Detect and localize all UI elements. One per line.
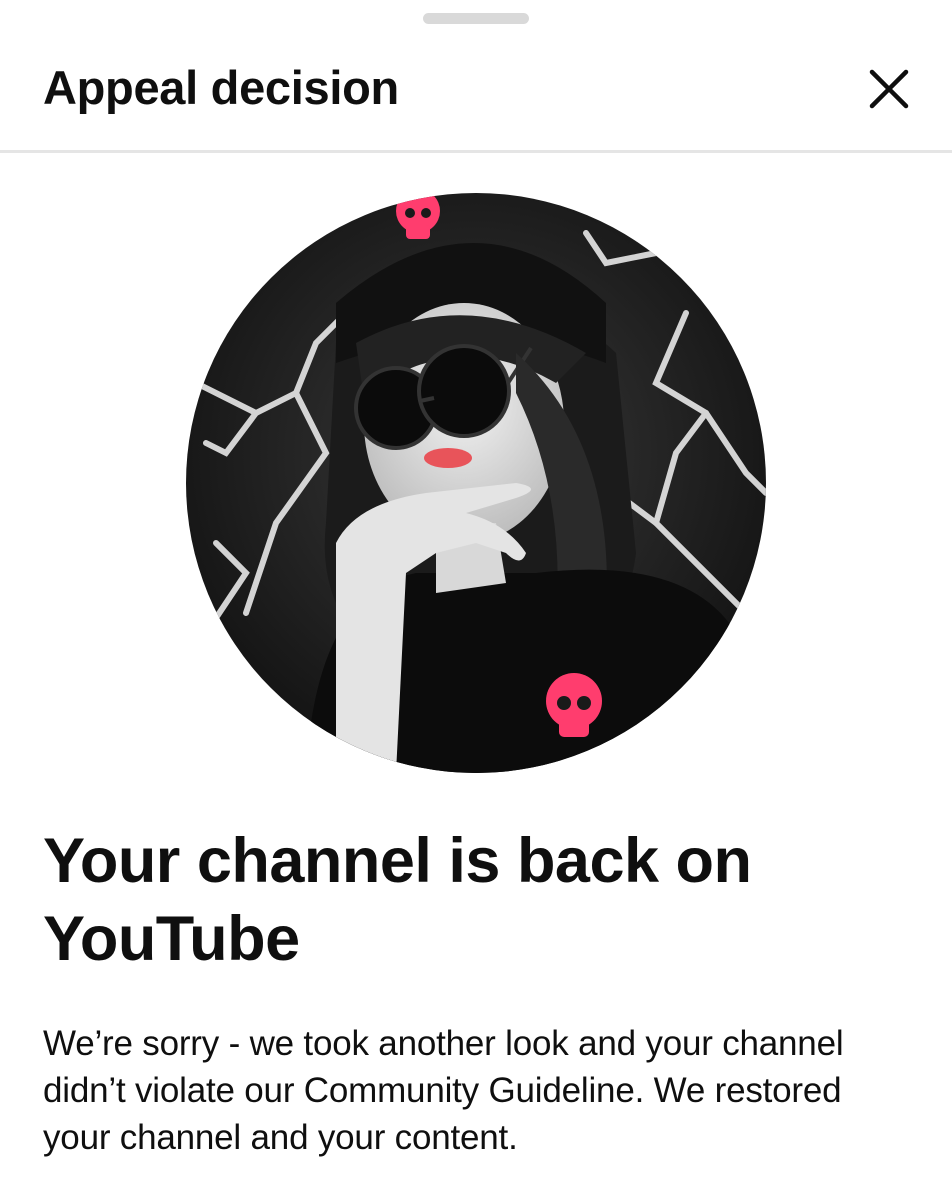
status-message: We’re sorry - we took another look and y… [43,1024,844,1157]
sheet-title: Appeal decision [43,61,399,114]
close-icon [869,69,909,109]
appeal-decision-sheet: Appeal decision Your channel is back on … [0,0,952,1200]
close-button[interactable] [862,62,916,116]
sheet-header: Appeal decision [0,0,952,153]
channel-avatar [186,193,766,773]
status-heading: Your channel is back on YouTube [43,826,752,974]
